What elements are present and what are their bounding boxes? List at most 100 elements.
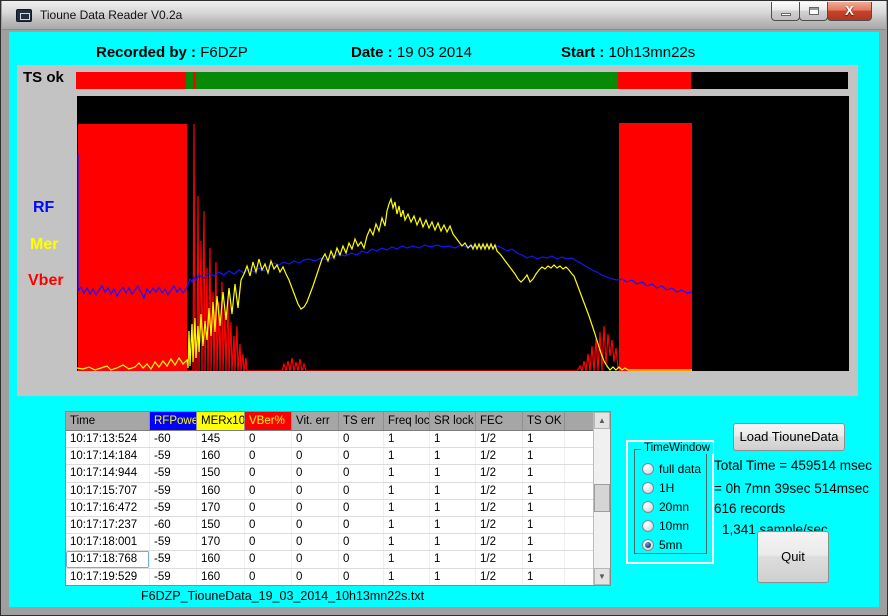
time-window-option-5mn[interactable]: 5mn [642,538,682,552]
column-header[interactable]: Time [66,412,150,430]
table-cell[interactable]: 0 [339,500,384,516]
table-cell[interactable]: 1 [523,465,565,481]
table-cell[interactable]: -59 [150,483,197,499]
table-cell[interactable]: 1 [430,534,476,550]
table-cell[interactable]: 1/2 [476,448,523,464]
column-header[interactable]: VBer% [245,412,292,430]
table-cell[interactable]: 0 [245,551,292,567]
table-cell[interactable]: 0 [245,448,292,464]
time-window-option-10mn[interactable]: 10mn [642,519,689,533]
table-cell[interactable]: 1 [384,483,430,499]
table-cell[interactable]: -59 [150,448,197,464]
table-cell[interactable]: 0 [292,569,339,585]
table-cell[interactable]: 0 [339,551,384,567]
table-cell[interactable]: 160 [197,448,245,464]
table-cell[interactable]: 0 [292,431,339,447]
table-cell[interactable]: 1/2 [476,569,523,585]
radio-icon[interactable] [642,482,654,494]
table-cell[interactable]: -59 [150,551,197,567]
table-cell[interactable]: -59 [150,569,197,585]
column-header[interactable]: TS OK [523,412,565,430]
table-cell[interactable]: 1/2 [476,431,523,447]
table-row[interactable]: 10:17:14:944-59150000111/21 [66,465,593,482]
table-cell[interactable]: 10:17:16:472 [66,500,150,516]
table-cell[interactable]: -59 [150,534,197,550]
table-cell[interactable]: 10:17:14:944 [66,465,150,481]
column-header[interactable]: Vit. err [292,412,339,430]
table-cell[interactable]: 0 [245,500,292,516]
table-cell[interactable]: 10:17:18:768 [66,551,150,567]
table-cell[interactable]: 1/2 [476,517,523,533]
maximize-button[interactable] [799,2,828,21]
table-cell[interactable]: 1/2 [476,465,523,481]
table-cell[interactable]: 0 [292,534,339,550]
table-row[interactable]: 10:17:15:707-59160000111/21 [66,483,593,500]
table-cell[interactable]: 1 [523,534,565,550]
table-cell[interactable]: 1 [430,569,476,585]
table-cell[interactable]: -59 [150,465,197,481]
table-cell[interactable]: 1 [430,448,476,464]
table-cell[interactable]: 1 [523,431,565,447]
table-cell[interactable]: 1 [430,465,476,481]
table-cell[interactable]: 0 [339,534,384,550]
table-cell[interactable]: 1 [430,483,476,499]
table-cell[interactable]: 0 [245,534,292,550]
table-cell[interactable]: 1 [523,500,565,516]
table-cell[interactable]: 1/2 [476,534,523,550]
close-button[interactable]: X [827,2,872,21]
table-cell[interactable]: 150 [197,517,245,533]
table-cell[interactable]: 1 [430,431,476,447]
table-cell[interactable]: 0 [292,448,339,464]
radio-icon[interactable] [642,463,654,475]
column-header[interactable]: SR lock [430,412,476,430]
table-cell[interactable]: 10:17:18:001 [66,534,150,550]
table-cell[interactable]: -60 [150,517,197,533]
table-cell[interactable]: 10:17:14:184 [66,448,150,464]
table-row[interactable]: 10:17:14:184-59160000111/21 [66,448,593,465]
quit-button[interactable]: Quit [757,531,829,583]
table-scrollbar[interactable]: ▲ ▼ [593,412,610,585]
table-cell[interactable]: 0 [292,500,339,516]
radio-icon[interactable] [642,520,654,532]
table-row[interactable]: 10:17:17:237-60150000111/21 [66,517,593,534]
table-cell[interactable]: 170 [197,534,245,550]
table-cell[interactable]: 1/2 [476,483,523,499]
column-header[interactable]: TS err [339,412,384,430]
table-cell[interactable]: 1/2 [476,500,523,516]
table-cell[interactable]: 145 [197,431,245,447]
table-row[interactable]: 10:17:19:529-59160000111/21 [66,569,593,586]
column-header[interactable]: Freq lock [384,412,430,430]
table-cell[interactable]: -60 [150,431,197,447]
scrollbar-thumb[interactable] [594,484,610,512]
table-cell[interactable]: 1/2 [476,551,523,567]
table-cell[interactable]: 170 [197,500,245,516]
time-window-option-full-data[interactable]: full data [642,462,701,476]
table-cell[interactable]: 1 [430,500,476,516]
table-cell[interactable]: 1 [384,500,430,516]
table-cell[interactable]: 0 [292,551,339,567]
table-cell[interactable]: 0 [339,448,384,464]
table-cell[interactable]: 1 [384,448,430,464]
load-tiounedata-button[interactable]: Load TiouneData [733,423,845,451]
table-cell[interactable]: 1 [523,551,565,567]
table-cell[interactable]: 0 [245,483,292,499]
table-row[interactable]: 10:17:18:001-59170000111/21 [66,534,593,551]
radio-icon[interactable] [642,501,654,513]
time-window-option-20mn[interactable]: 20mn [642,500,689,514]
table-cell[interactable]: 0 [339,483,384,499]
table-cell[interactable]: 160 [197,569,245,585]
table-cell[interactable]: 160 [197,483,245,499]
table-cell[interactable]: 1 [523,483,565,499]
table-cell[interactable]: 0 [245,517,292,533]
table-cell[interactable]: 10:17:13:524 [66,431,150,447]
table-cell[interactable]: 0 [292,517,339,533]
table-cell[interactable]: 0 [292,483,339,499]
table-cell[interactable]: 0 [339,431,384,447]
table-cell[interactable]: 1 [384,551,430,567]
table-cell[interactable]: 150 [197,465,245,481]
table-cell[interactable]: 0 [339,517,384,533]
table-cell[interactable]: 0 [292,465,339,481]
table-cell[interactable]: 1 [430,551,476,567]
table-cell[interactable]: 1 [384,517,430,533]
scrollbar-down-icon[interactable]: ▼ [594,568,610,585]
